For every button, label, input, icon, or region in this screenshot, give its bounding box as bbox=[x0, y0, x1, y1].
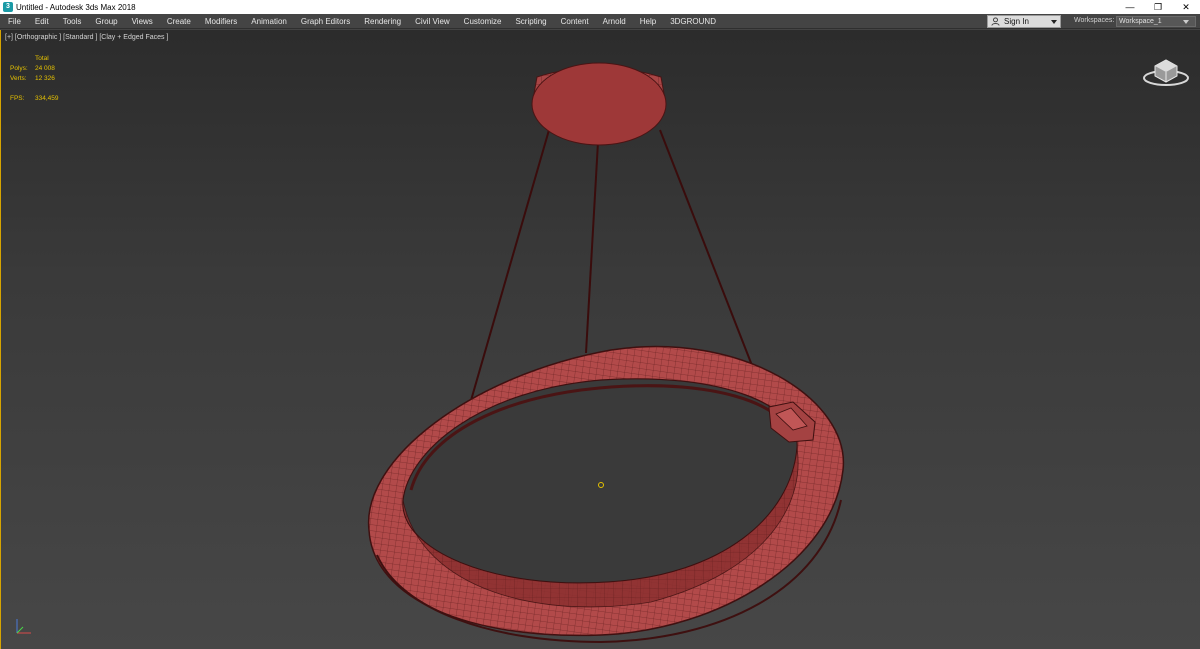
verts-value: 12 326 bbox=[35, 75, 55, 82]
stats-header: Total bbox=[35, 55, 49, 62]
pendant-ring-mesh[interactable] bbox=[367, 345, 845, 644]
title-bar: 3 Untitled - Autodesk 3ds Max 2018 — ❐ ✕ bbox=[0, 0, 1200, 14]
chevron-down-icon bbox=[1051, 19, 1057, 24]
workspace-select[interactable]: Workspace_1 bbox=[1116, 16, 1196, 27]
viewport-statistics: Total Polys: 24 008 Verts: 12 326 FPS: 334,… bbox=[10, 54, 59, 104]
menu-create[interactable]: Create bbox=[160, 14, 198, 29]
menu-scripting[interactable]: Scripting bbox=[508, 14, 553, 29]
viewcube-icon[interactable] bbox=[1141, 52, 1191, 88]
polys-value: 24 008 bbox=[35, 65, 55, 72]
close-icon[interactable]: ✕ bbox=[1172, 0, 1200, 14]
user-icon bbox=[991, 17, 1000, 26]
chevron-down-icon bbox=[1183, 20, 1189, 24]
menu-graph-editors[interactable]: Graph Editors bbox=[294, 14, 357, 29]
verts-label: Verts: bbox=[10, 75, 27, 82]
viewport-label-menu[interactable]: [+] [Orthographic ] [Standard ] [Clay + … bbox=[5, 34, 168, 41]
window-title: Untitled - Autodesk 3ds Max 2018 bbox=[16, 2, 136, 12]
menu-animation[interactable]: Animation bbox=[244, 14, 294, 29]
sign-in-label: Sign In bbox=[1004, 17, 1029, 26]
fps-label: FPS: bbox=[10, 95, 25, 102]
minimize-icon[interactable]: — bbox=[1116, 0, 1144, 14]
axis-tripod-icon bbox=[16, 619, 31, 634]
polys-label: Polys: bbox=[10, 65, 28, 72]
menu-file[interactable]: File bbox=[0, 14, 28, 29]
scene-canvas[interactable] bbox=[1, 30, 1200, 649]
menu-group[interactable]: Group bbox=[88, 14, 124, 29]
workspaces-label: Workspaces: bbox=[1074, 17, 1115, 24]
menu-rendering[interactable]: Rendering bbox=[357, 14, 408, 29]
menu-modifiers[interactable]: Modifiers bbox=[198, 14, 244, 29]
fps-value: 334,459 bbox=[35, 95, 59, 102]
menu-content[interactable]: Content bbox=[554, 14, 596, 29]
menu-civil-view[interactable]: Civil View bbox=[408, 14, 457, 29]
menu-views[interactable]: Views bbox=[125, 14, 160, 29]
menu-customize[interactable]: Customize bbox=[457, 14, 509, 29]
menu-tools[interactable]: Tools bbox=[56, 14, 89, 29]
menu-bar: File Edit Tools Group Views Create Modif… bbox=[0, 14, 1200, 29]
workspace-value: Workspace_1 bbox=[1119, 18, 1162, 25]
menu-3dground[interactable]: 3DGROUND bbox=[663, 14, 723, 29]
ceiling-canopy-mesh[interactable] bbox=[531, 62, 667, 146]
menu-help[interactable]: Help bbox=[633, 14, 663, 29]
sign-in-dropdown[interactable]: Sign In bbox=[987, 15, 1061, 28]
window-controls: — ❐ ✕ bbox=[1116, 0, 1200, 14]
3dsmax-logo-icon: 3 bbox=[3, 2, 13, 12]
orthographic-viewport[interactable]: [+] [Orthographic ] [Standard ] [Clay + … bbox=[0, 30, 1200, 649]
menu-arnold[interactable]: Arnold bbox=[596, 14, 633, 29]
menu-edit[interactable]: Edit bbox=[28, 14, 56, 29]
restore-icon[interactable]: ❐ bbox=[1144, 0, 1172, 14]
